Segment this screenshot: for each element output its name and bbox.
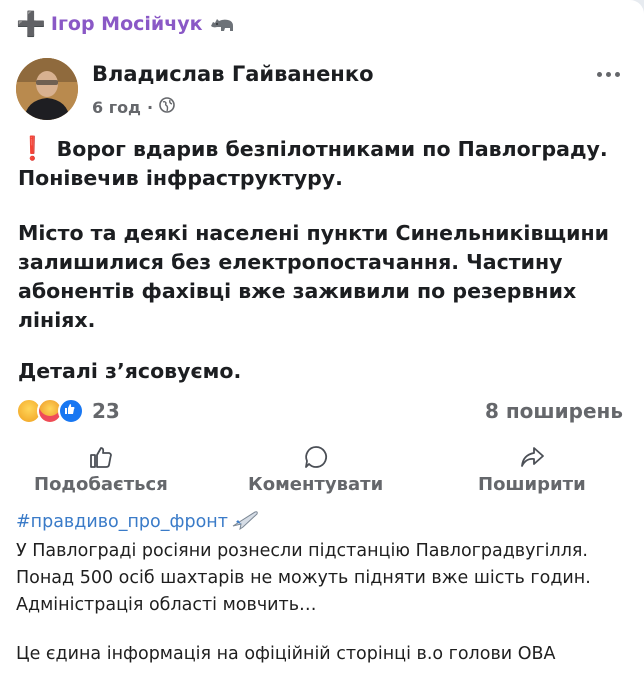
like-label: Подобається [34, 474, 168, 495]
reactions-summary[interactable]: 23 [16, 398, 120, 424]
message-line-1: У Павлограді росіяни рознесли підстанцію… [16, 541, 588, 561]
post-paragraph-2: Місто та деякі населені пункти Синельник… [18, 221, 609, 332]
comment-label: Коментувати [248, 474, 384, 495]
comment-icon [304, 446, 327, 468]
forward-source-name[interactable]: Ігор Мосійчук [51, 13, 203, 35]
post-paragraph-3: Деталі з’ясовуємо. [18, 359, 242, 383]
message-bubble: ➕ Ігор Мосійчук Владислав Гайваненко 6 г… [0, 0, 644, 677]
avatar[interactable] [16, 58, 78, 120]
like-button[interactable]: Подобається [34, 444, 168, 495]
facebook-post-screenshot: Владислав Гайваненко 6 год · ❗ Ворог вдар… [0, 44, 644, 509]
post-meta: 6 год · [92, 97, 175, 117]
post-author-name[interactable]: Владислав Гайваненко [92, 62, 374, 86]
post-paragraph-1: ❗ Ворог вдарив безпілотниками по Павлогра… [18, 136, 608, 190]
exclamation-icon: ❗ [18, 136, 47, 162]
message-line-2: Понад 500 осіб шахтарів не можуть піднят… [16, 568, 591, 588]
globe-icon [159, 97, 175, 117]
forwarded-from[interactable]: ➕ Ігор Мосійчук [16, 9, 235, 39]
post-time[interactable]: 6 год [92, 98, 141, 117]
like-react-icon [58, 398, 84, 424]
message-line-4: Це єдина інформація на офіційній сторінц… [16, 644, 556, 664]
hashtag-text[interactable]: #правдиво_про_фронт [16, 512, 228, 532]
airplane-icon [231, 508, 259, 535]
share-count[interactable]: 8 поширень [485, 399, 623, 423]
thumbs-up-icon [89, 447, 112, 468]
post-actions: Подобається Коментувати Поширити [0, 444, 644, 500]
message-line-3: Адміністрація області мовчить… [16, 595, 317, 615]
share-label: Поширити [478, 474, 586, 495]
share-icon [520, 447, 544, 467]
rhino-icon [209, 14, 235, 34]
reaction-count: 23 [92, 399, 120, 423]
share-button[interactable]: Поширити [478, 444, 586, 495]
hashtag-link[interactable]: #правдиво_про_фронт [16, 508, 259, 535]
forward-plus-icon: ➕ [16, 10, 46, 38]
meta-separator: · [146, 97, 154, 117]
comment-button[interactable]: Коментувати [248, 444, 383, 495]
more-options-icon[interactable] [597, 72, 620, 77]
